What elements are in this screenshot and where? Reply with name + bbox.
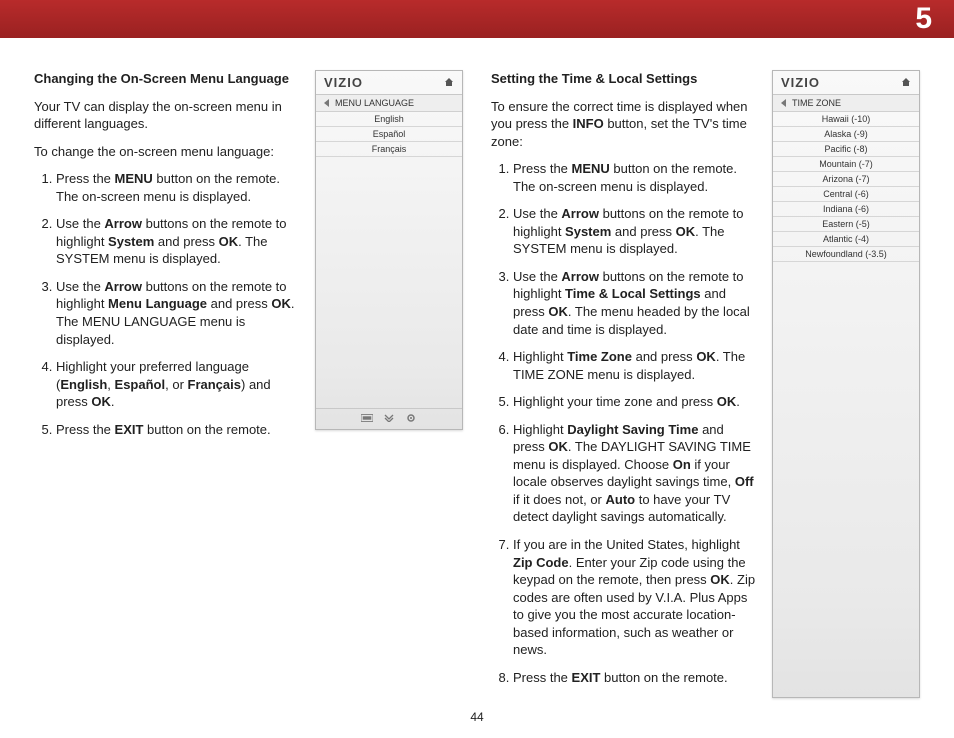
list-item: Highlight your preferred language (Engli… [56,358,301,411]
left-text: Changing the On-Screen Menu Language You… [34,70,301,698]
menu-item: Mountain (-7) [773,157,919,172]
home-icon [444,75,454,90]
list-item: Press the MENU button on the remote. The… [56,170,301,205]
chapter-number: 5 [915,2,932,36]
list-item: Highlight Daylight Saving Time and press… [513,421,758,526]
chapter-band: 5 [0,0,954,38]
menu-item: Central (-6) [773,187,919,202]
list-item: Press the MENU button on the remote. The… [513,160,758,195]
back-icon [781,99,786,107]
menu-items: English Español Français [316,112,462,157]
menu-spacer [316,157,462,408]
menu-item: Eastern (-5) [773,217,919,232]
left-steps: Press the MENU button on the remote. The… [34,170,301,438]
list-item: Highlight your time zone and press OK. [513,393,758,411]
menu-item: Pacific (-8) [773,142,919,157]
menu-item: Newfoundland (-3.5) [773,247,919,262]
menu-header: VIZIO [773,71,919,95]
right-text: Setting the Time & Local Settings To ens… [491,70,758,698]
left-intro2: To change the on-screen menu language: [34,143,301,161]
list-item: If you are in the United States, highlig… [513,536,758,659]
menu-language-panel: VIZIO MENU LANGUAGE English Español Fran… [315,70,463,430]
home-icon [901,75,911,90]
right-section-title: Setting the Time & Local Settings [491,70,758,88]
menu-sub-label: MENU LANGUAGE [335,98,414,108]
menu-header: VIZIO [316,71,462,95]
menu-subheader: TIME ZONE [773,95,919,112]
wide-icon [361,413,373,423]
menu-item: Français [316,142,462,157]
left-section-title: Changing the On-Screen Menu Language [34,70,301,88]
list-item: Use the Arrow buttons on the remote to h… [513,268,758,338]
right-column: Setting the Time & Local Settings To ens… [491,70,920,698]
list-item: Use the Arrow buttons on the remote to h… [513,205,758,258]
menu-sub-label: TIME ZONE [792,98,841,108]
menu-item: Alaska (-9) [773,127,919,142]
menu-item: Arizona (-7) [773,172,919,187]
chevron-down-icon [383,413,395,423]
right-intro: To ensure the correct time is displayed … [491,98,758,151]
list-item: Use the Arrow buttons on the remote to h… [56,215,301,268]
page-number: 44 [0,710,954,724]
menu-item: Indiana (-6) [773,202,919,217]
menu-item: Hawaii (-10) [773,112,919,127]
time-zone-panel: VIZIO TIME ZONE Hawaii (-10) Alaska (-9)… [772,70,920,698]
back-icon [324,99,329,107]
list-item: Press the EXIT button on the remote. [513,669,758,687]
list-item: Use the Arrow buttons on the remote to h… [56,278,301,348]
menu-items: Hawaii (-10) Alaska (-9) Pacific (-8) Mo… [773,112,919,262]
left-column: Changing the On-Screen Menu Language You… [34,70,463,698]
menu-item: English [316,112,462,127]
gear-icon [405,413,417,423]
vizio-logo: VIZIO [324,75,363,90]
list-item: Highlight Time Zone and press OK. The TI… [513,348,758,383]
menu-item: Atlantic (-4) [773,232,919,247]
vizio-logo: VIZIO [781,75,820,90]
page-content: Changing the On-Screen Menu Language You… [34,70,920,698]
right-steps: Press the MENU button on the remote. The… [491,160,758,686]
menu-item: Español [316,127,462,142]
left-intro: Your TV can display the on-screen menu i… [34,98,301,133]
menu-footer [316,408,462,429]
list-item: Press the EXIT button on the remote. [56,421,301,439]
menu-subheader: MENU LANGUAGE [316,95,462,112]
